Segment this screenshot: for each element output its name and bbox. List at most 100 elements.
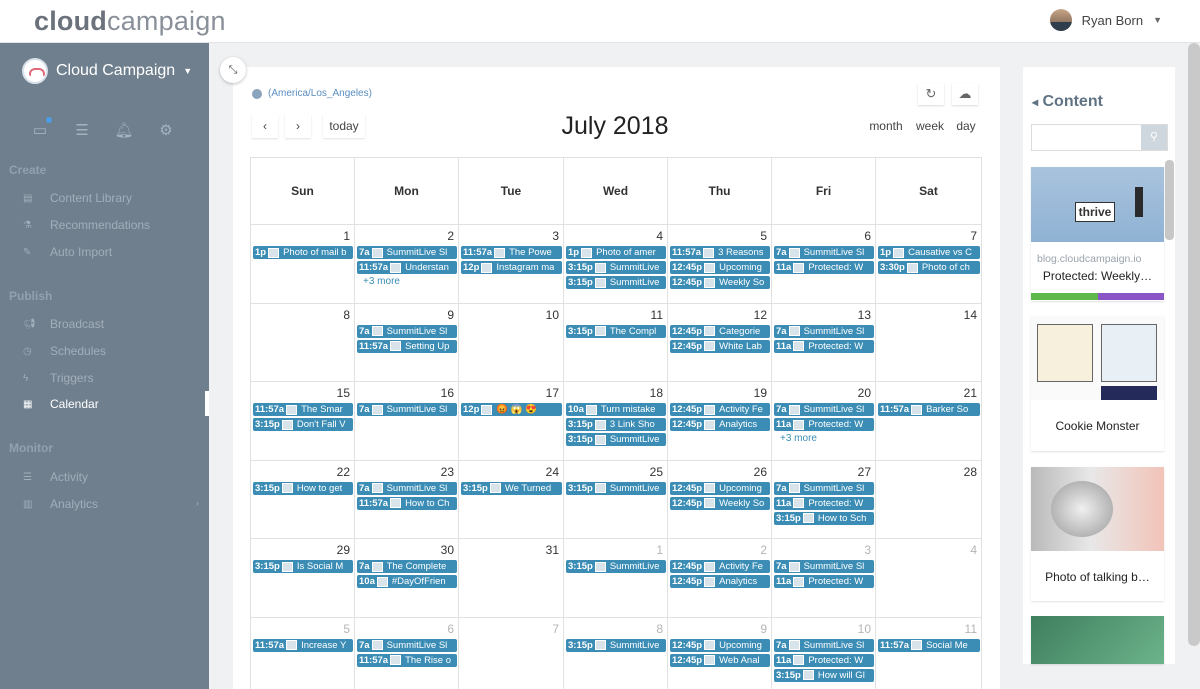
sidebar-item-schedules[interactable]: ◷ Schedules	[0, 341, 209, 361]
calendar-event[interactable]: 12:45p White Lab	[670, 339, 770, 353]
calendar-event[interactable]: 12:45p Web Anal	[670, 653, 770, 667]
day-number[interactable]: 16	[441, 386, 454, 400]
day-number[interactable]: 9	[447, 308, 454, 322]
page-scrollbar[interactable]	[1188, 43, 1200, 646]
user-menu[interactable]: Ryan Born ▼	[1049, 9, 1162, 31]
calendar-event[interactable]: 3:15p How to Sch	[774, 511, 874, 525]
calendar-event[interactable]: 12:45p Analytics	[670, 418, 770, 431]
calendar-event[interactable]: 12p 😡 😱 😍	[461, 403, 562, 416]
day-number[interactable]: 27	[858, 465, 871, 479]
calendar-event[interactable]: 1p Photo of mail b	[253, 246, 353, 259]
calendar-event[interactable]: 7a SummitLive Sl	[774, 638, 874, 652]
day-number[interactable]: 9	[760, 622, 767, 636]
content-panel-title[interactable]: ◂ Content	[1032, 93, 1103, 111]
calendar-day-cell[interactable]: 31	[459, 539, 564, 618]
calendar-day-cell[interactable]: 21	[876, 382, 982, 461]
calendar-event[interactable]: 12:45p Weekly So	[670, 276, 770, 289]
calendar-event[interactable]: 7a SummitLive Sl	[357, 246, 457, 259]
calendar-event[interactable]: 7a SummitLive Sl	[357, 403, 457, 416]
day-number[interactable]: 18	[650, 386, 663, 400]
content-card[interactable]: Cookie Monster	[1031, 316, 1164, 451]
calendar-day-cell[interactable]: 25	[564, 460, 668, 539]
calendar-day-cell[interactable]: 4	[876, 539, 982, 618]
refresh-button[interactable]: ↻	[918, 83, 944, 105]
calendar-event[interactable]: 12:45p Analytics	[670, 575, 770, 588]
calendar-event[interactable]: 7a SummitLive Sl	[357, 481, 457, 495]
calendar-event[interactable]: 1p Causative vs C	[878, 246, 980, 259]
calendar-event[interactable]: 11:57a The Rise o	[357, 653, 457, 667]
day-number[interactable]: 1	[343, 229, 350, 243]
prev-month-button[interactable]: ‹	[252, 114, 278, 138]
day-number[interactable]: 4	[970, 543, 977, 557]
calendar-event[interactable]: 7a SummitLive Sl	[774, 324, 874, 338]
calendar-event[interactable]: 11:57a 3 Reasons	[670, 246, 770, 259]
calendar-day-cell[interactable]: 17	[459, 382, 564, 461]
calendar-event[interactable]: 3:15p How to get	[253, 481, 353, 495]
sidebar-item-recommendations[interactable]: ⚗ Recommendations	[0, 215, 209, 235]
day-number[interactable]: 5	[343, 622, 350, 636]
day-number[interactable]: 7	[552, 622, 559, 636]
calendar-event[interactable]: 11a Protected: W	[774, 496, 874, 510]
day-number[interactable]: 10	[858, 622, 871, 636]
search-icon[interactable]: ⚲	[1141, 125, 1167, 150]
calendar-event[interactable]: 3:30p Photo of ch	[878, 261, 980, 274]
app-logo[interactable]: cloudcampaign	[34, 6, 226, 37]
content-scrollbar[interactable]	[1165, 160, 1174, 240]
calendar-event[interactable]: 12p Instagram ma	[461, 261, 562, 274]
day-number[interactable]: 6	[864, 229, 871, 243]
sidebar-item-analytics[interactable]: ▥ Analytics ›	[0, 494, 209, 514]
calendar-event[interactable]: 3:15p Don't Fall V	[253, 418, 353, 431]
calendar-event[interactable]: 10a #DayOfFrien	[357, 575, 457, 588]
calendar-event[interactable]: 12:45p Upcoming	[670, 638, 770, 652]
calendar-event[interactable]: 11:57a How to Ch	[357, 496, 457, 510]
calendar-event[interactable]: 3:15p SummitLive	[566, 560, 666, 573]
day-number[interactable]: 20	[858, 386, 871, 400]
day-number[interactable]: 6	[447, 622, 454, 636]
calendar-event[interactable]: 11a Protected: W	[774, 339, 874, 353]
day-number[interactable]: 17	[546, 386, 559, 400]
calendar-event[interactable]: 11:57a Understan	[357, 261, 457, 274]
calendar-event[interactable]: 12:45p Activity Fe	[670, 403, 770, 416]
calendar-event[interactable]: 3:15p SummitLive	[566, 481, 666, 495]
calendar-day-cell[interactable]: 8	[564, 617, 668, 689]
more-events-link[interactable]: +3 more	[780, 433, 817, 444]
calendar-day-cell[interactable]: 16	[355, 382, 459, 461]
calendar-day-cell[interactable]: 1	[564, 539, 668, 618]
day-number[interactable]: 29	[337, 543, 350, 557]
bell-icon[interactable]: 🔔︎	[114, 121, 134, 139]
day-number[interactable]: 31	[546, 543, 559, 557]
calendar-event[interactable]: 12:45p Activity Fe	[670, 560, 770, 573]
calendar-day-cell[interactable]: 29	[251, 539, 355, 618]
more-events-link[interactable]: +3 more	[363, 276, 400, 287]
calendar-event[interactable]: 11:57a The Powe	[461, 246, 562, 259]
calendar-day-cell[interactable]: 11	[564, 303, 668, 382]
next-month-button[interactable]: ›	[285, 114, 311, 138]
expand-icon[interactable]: ⤡	[220, 57, 246, 83]
day-number[interactable]: 23	[441, 465, 454, 479]
calendar-day-cell[interactable]: 1	[251, 225, 355, 304]
day-number[interactable]: 3	[864, 543, 871, 557]
sidebar-item-content-library[interactable]: ▤ Content Library	[0, 188, 209, 208]
calendar-day-cell[interactable]: 11	[876, 617, 982, 689]
calendar-event[interactable]: 1p Photo of amer	[566, 246, 666, 259]
today-button[interactable]: today	[323, 114, 365, 138]
calendar-event[interactable]: 7a SummitLive Sl	[357, 638, 457, 652]
day-number[interactable]: 3	[552, 229, 559, 243]
calendar-event[interactable]: 11:57a Barker So	[878, 403, 980, 416]
calendar-event[interactable]: 7a SummitLive Sl	[774, 481, 874, 495]
calendar-event[interactable]: 3:15p SummitLive	[566, 433, 666, 446]
calendar-day-cell[interactable]: 10	[459, 303, 564, 382]
day-number[interactable]: 24	[546, 465, 559, 479]
content-card[interactable]: thrive blog.cloudcampaign.io Protected: …	[1031, 167, 1164, 301]
calendar-event[interactable]: 7a SummitLive Sl	[774, 403, 874, 416]
calendar-event[interactable]: 3:15p 3 Link Sho	[566, 418, 666, 431]
day-number[interactable]: 11	[651, 308, 663, 322]
calendar-day-cell[interactable]: 5	[251, 617, 355, 689]
view-month-button[interactable]: month	[864, 114, 908, 138]
day-number[interactable]: 26	[754, 465, 767, 479]
list-icon[interactable]: ☰	[72, 121, 92, 139]
calendar-event[interactable]: 12:45p Weekly So	[670, 496, 770, 510]
brand-switcher[interactable]: Cloud Campaign ▼	[22, 58, 192, 84]
sidebar-item-calendar[interactable]: ▦ Calendar	[0, 391, 209, 416]
timezone-label[interactable]: (America/Los_Angeles)	[252, 88, 372, 99]
